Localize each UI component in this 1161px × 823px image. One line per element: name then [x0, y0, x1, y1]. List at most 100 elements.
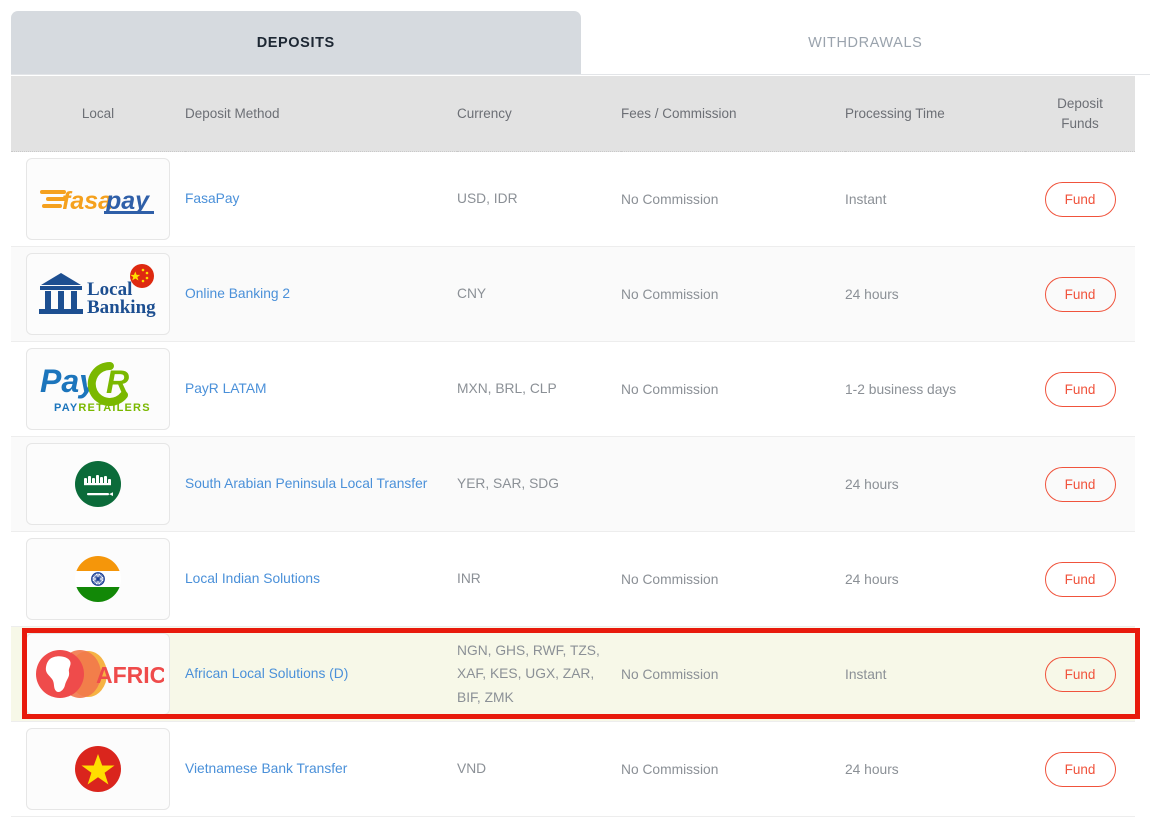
row-method-cell: South Arabian Peninsula Local Transfer	[185, 436, 457, 533]
row-processing-cell: 24 hours	[845, 721, 1025, 818]
tab-bar: DEPOSITS WITHDRAWALS	[11, 11, 1150, 75]
fasapay-logo: fasa pay	[40, 187, 154, 215]
row-method-cell: Vietnamese Bank Transfer	[185, 721, 457, 818]
column-header-currency: Currency	[457, 76, 621, 153]
svg-text:R: R	[106, 364, 129, 400]
svg-text:pay: pay	[105, 187, 150, 215]
fund-button[interactable]: Fund	[1044, 181, 1116, 217]
payment-method-link[interactable]: Vietnamese Bank Transfer	[185, 761, 347, 776]
deposit-methods-table: Local Deposit Method Currency Fees / Com…	[11, 76, 1135, 818]
row-currency-cell: CNY	[457, 246, 621, 343]
row-logo-cell	[11, 531, 185, 628]
row-processing-cell: Instant	[845, 151, 1025, 248]
row-fees-cell: No Commission	[621, 246, 845, 343]
deposit-methods-table-container: Local Deposit Method Currency Fees / Com…	[11, 76, 1150, 823]
payment-logo-tile	[26, 728, 170, 811]
row-method-cell: FasaPay	[185, 151, 457, 248]
payr-latam-logo: Pay R PAYRETAILERS	[40, 362, 151, 414]
row-method-cell: PayR LATAM	[185, 341, 457, 438]
payment-method-link[interactable]: PayR LATAM	[185, 381, 267, 396]
payment-method-link[interactable]: South Arabian Peninsula Local Transfer	[185, 476, 427, 491]
fund-button[interactable]: Fund	[1044, 371, 1116, 407]
row-logo-cell: fasa pay	[11, 151, 185, 248]
column-header-local: Local	[11, 76, 185, 153]
payment-logo-tile: AFRICA	[26, 633, 170, 716]
row-currency-cell: YER, SAR, SDG	[457, 436, 621, 533]
row-processing-cell: 24 hours	[845, 531, 1025, 628]
table-header: Local Deposit Method Currency Fees / Com…	[11, 76, 1135, 153]
tab-withdrawals-label: WITHDRAWALS	[808, 34, 923, 51]
payment-method-link[interactable]: Local Indian Solutions	[185, 571, 320, 586]
row-fund-cell: Fund	[1025, 721, 1135, 818]
row-fees-cell: No Commission	[621, 531, 845, 628]
column-header-method: Deposit Method	[185, 76, 457, 153]
svg-text:Banking: Banking	[87, 297, 156, 318]
row-processing-cell: Instant	[845, 626, 1025, 723]
payment-logo-tile: fasa pay	[26, 158, 170, 241]
svg-text:AFRICA: AFRICA	[96, 662, 164, 688]
table-row: AFRICA African Local Solutions (D) NGN, …	[11, 626, 1135, 723]
payment-logo-tile: Local Banking	[26, 253, 170, 336]
row-processing-cell: 24 hours	[845, 246, 1025, 343]
row-fund-cell: Fund	[1025, 436, 1135, 533]
column-header-fees: Fees / Commission	[621, 76, 845, 153]
row-fund-cell: Fund	[1025, 151, 1135, 248]
payment-methods-page: DEPOSITS WITHDRAWALS Local Deposit Metho…	[0, 0, 1161, 823]
table-body: fasa pay FasaPay USD, IDR No Commission …	[11, 151, 1135, 818]
row-logo-cell	[11, 721, 185, 818]
row-fees-cell: No Commission	[621, 341, 845, 438]
column-header-deposit-funds-line2: Funds	[1061, 115, 1099, 131]
row-logo-cell: Pay R PAYRETAILERS	[11, 341, 185, 438]
row-processing-cell: 24 hours	[845, 436, 1025, 533]
row-fees-cell: No Commission	[621, 721, 845, 818]
africa-logo: AFRICA	[36, 650, 164, 699]
payment-logo-tile	[26, 443, 170, 526]
table-row: fasa pay FasaPay USD, IDR No Commission …	[11, 151, 1135, 248]
tab-deposits-label: DEPOSITS	[256, 34, 335, 51]
fund-button[interactable]: Fund	[1044, 276, 1116, 312]
table-row: South Arabian Peninsula Local Transfer Y…	[11, 436, 1135, 533]
row-logo-cell: Local Banking	[11, 246, 185, 343]
row-currency-cell: VND	[457, 721, 621, 818]
column-header-processing: Processing Time	[845, 76, 1025, 153]
payment-method-link[interactable]: African Local Solutions (D)	[185, 666, 348, 681]
fund-button[interactable]: Fund	[1044, 751, 1116, 787]
row-fund-cell: Fund	[1025, 626, 1135, 723]
row-fund-cell: Fund	[1025, 246, 1135, 343]
payment-logo-tile	[26, 538, 170, 621]
table-row: Pay R PAYRETAILERS PayR LATAM MXN, BRL, …	[11, 341, 1135, 438]
column-header-deposit-funds: Deposit Funds	[1025, 76, 1135, 153]
row-fees-cell: No Commission	[621, 626, 845, 723]
fund-button[interactable]: Fund	[1044, 466, 1116, 502]
payment-logo-tile: Pay R PAYRETAILERS	[26, 348, 170, 431]
svg-text:PAYRETAILERS: PAYRETAILERS	[54, 402, 151, 414]
row-logo-cell	[11, 436, 185, 533]
row-method-cell: African Local Solutions (D)	[185, 626, 457, 723]
table-header-row: Local Deposit Method Currency Fees / Com…	[11, 76, 1135, 153]
tab-deposits[interactable]: DEPOSITS	[11, 11, 581, 74]
fund-button[interactable]: Fund	[1044, 561, 1116, 597]
payment-method-link[interactable]: Online Banking 2	[185, 286, 290, 301]
table-row: Vietnamese Bank Transfer VND No Commissi…	[11, 721, 1135, 818]
payment-method-link[interactable]: FasaPay	[185, 191, 239, 206]
table-row: Local Indian Solutions INR No Commission…	[11, 531, 1135, 628]
row-fund-cell: Fund	[1025, 341, 1135, 438]
india-flag-logo	[75, 556, 121, 603]
row-currency-cell: MXN, BRL, CLP	[457, 341, 621, 438]
row-currency-cell: NGN, GHS, RWF, TZS, XAF, KES, UGX, ZAR, …	[457, 626, 621, 723]
row-method-cell: Local Indian Solutions	[185, 531, 457, 628]
row-currency-cell: USD, IDR	[457, 151, 621, 248]
row-currency-cell: INR	[457, 531, 621, 628]
row-logo-cell: AFRICA	[11, 626, 185, 723]
table-row: Local Banking Online Banking 2 CNY No Co…	[11, 246, 1135, 343]
local-banking-cn-logo: Local Banking	[39, 264, 156, 318]
row-method-cell: Online Banking 2	[185, 246, 457, 343]
column-header-deposit-funds-line1: Deposit	[1057, 96, 1103, 111]
row-fees-cell	[621, 436, 845, 533]
tab-withdrawals[interactable]: WITHDRAWALS	[580, 11, 1150, 74]
row-fund-cell: Fund	[1025, 531, 1135, 628]
fund-button[interactable]: Fund	[1044, 656, 1116, 692]
svg-text:fasa: fasa	[62, 187, 112, 215]
row-fees-cell: No Commission	[621, 151, 845, 248]
saudi-arabia-flag-logo	[75, 461, 121, 508]
